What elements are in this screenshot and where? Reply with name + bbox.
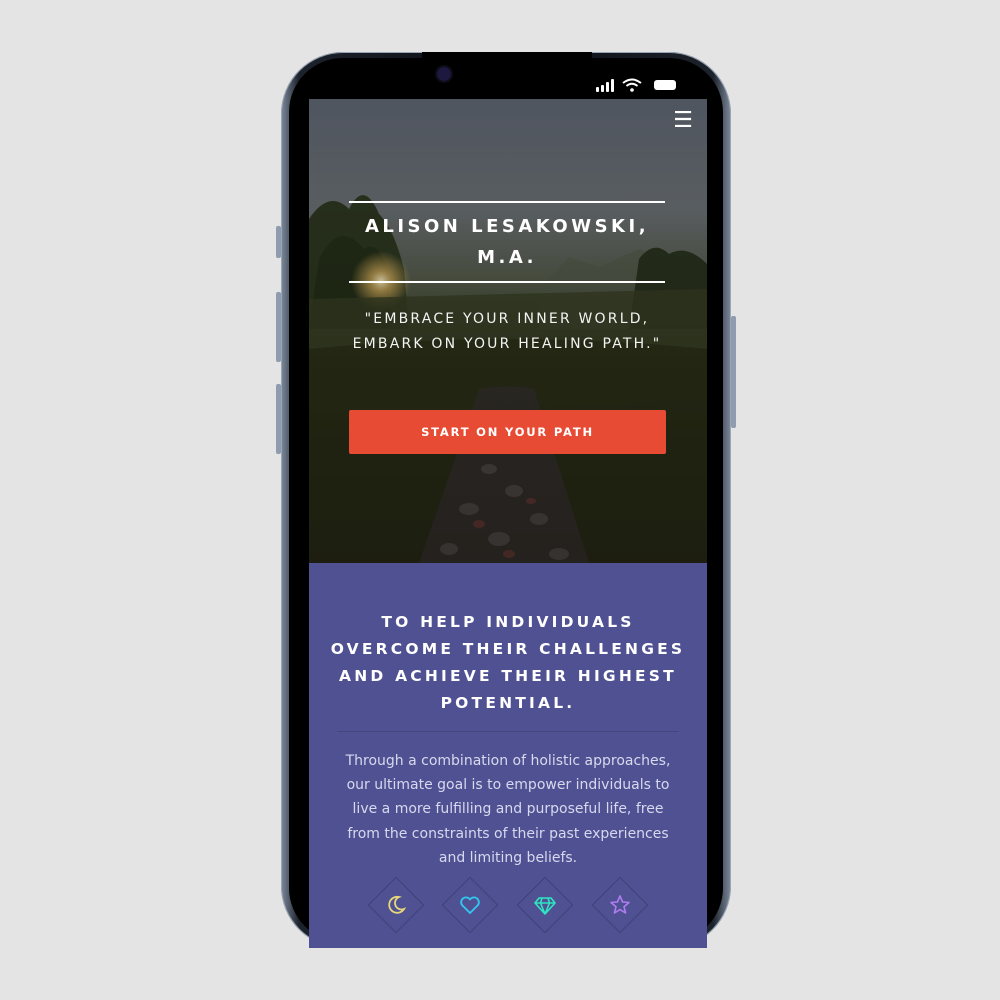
mission-heading: TO HELP INDIVIDUALS OVERCOME THEIR CHALL… [330,613,686,712]
mission-section: TO HELP INDIVIDUALS OVERCOME THEIR CHALL… [309,563,707,948]
feature-icons-row [309,876,707,948]
star-icon [610,895,630,914]
diamond-icon [534,897,556,915]
signal-icon [596,78,614,92]
hero-section: ☰ ALISON LESAKOWSKI, M.A. "EMBRACE YOUR … [309,99,707,563]
status-bar [596,76,676,92]
moon-icon [388,895,407,914]
feature-star[interactable] [591,876,649,934]
phone-screen: ☰ ALISON LESAKOWSKI, M.A. "EMBRACE YOUR … [309,99,707,948]
section-divider [337,731,679,732]
hero-quote: "EMBRACE YOUR INNER WORLD, EMBARK ON YOU… [352,311,662,352]
feature-heart[interactable] [441,876,499,934]
heart-icon [460,896,480,914]
feature-moon[interactable] [367,876,425,934]
hero-title-line1: ALISON LESAKOWSKI, [364,216,650,237]
battery-icon [654,80,676,90]
start-path-button[interactable]: START ON YOUR PATH [349,410,666,454]
hamburger-menu-icon[interactable]: ☰ [673,110,693,132]
hero-title: ALISON LESAKOWSKI, M.A. [349,201,665,283]
power-button [731,316,736,428]
hero-title-line2: M.A. [477,247,537,268]
mission-description: Through a combination of holistic approa… [345,753,671,866]
wifi-icon [622,78,642,92]
front-camera [437,67,451,81]
feature-diamond[interactable] [516,876,574,934]
